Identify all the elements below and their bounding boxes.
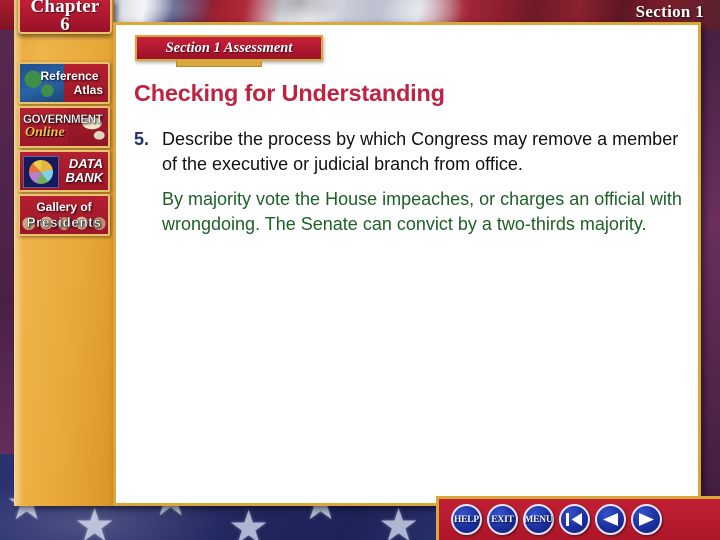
question-number: 5. <box>134 129 150 149</box>
help-button-label: HELP <box>453 514 480 525</box>
page-title: Checking for Understanding <box>134 80 445 106</box>
sidebar-item-label: BANK <box>65 170 103 185</box>
assessment-banner-tab <box>176 61 262 67</box>
left-arrow-icon <box>603 513 618 526</box>
flag-star-icon: ★ <box>228 501 270 540</box>
sidebar-item-label: DATA <box>68 156 103 172</box>
sidebar-item-label: Presidents <box>26 215 102 230</box>
exit-button-label: EXIT <box>491 514 514 525</box>
question-row: 5. Describe the process by which Congres… <box>134 127 686 176</box>
sidebar-item-gallery-of-presidents[interactable]: Gallery of Presidents <box>18 194 110 236</box>
next-slide-button[interactable] <box>631 504 662 535</box>
help-button[interactable]: HELP <box>451 504 482 535</box>
answer-text: By majority vote the House impeaches, or… <box>162 189 682 234</box>
sidebar-item-label: Online <box>25 124 65 140</box>
flag-star-icon: ★ <box>74 499 116 540</box>
question-text: Describe the process by which Congress m… <box>162 129 679 174</box>
first-arrow-icon <box>566 513 582 526</box>
first-slide-button[interactable] <box>559 504 590 535</box>
right-arrow-icon <box>639 513 654 526</box>
previous-slide-button[interactable] <box>595 504 626 535</box>
sidebar-item-label: Reference <box>40 69 99 83</box>
sidebar-item-label: Atlas <box>73 83 103 97</box>
sidebar-item-government-online[interactable]: GOVERNMENT Online <box>18 106 110 148</box>
question-answer-block: 5. Describe the process by which Congres… <box>134 127 686 237</box>
chapter-badge: Chapter 6 <box>18 0 112 36</box>
menu-button-label: MENU <box>524 514 553 525</box>
navigation-bar: HELP EXIT MENU <box>436 496 720 540</box>
flag-star-icon: ★ <box>378 499 420 540</box>
assessment-banner: Section 1 Assessment <box>135 35 323 61</box>
sidebar-item-reference-atlas[interactable]: Reference Atlas <box>18 62 110 104</box>
menu-button[interactable]: MENU <box>523 504 554 535</box>
exit-button[interactable]: EXIT <box>487 504 518 535</box>
chapter-number: 6 <box>60 14 70 36</box>
sidebar-item-data-bank[interactable]: DATA BANK <box>18 150 110 192</box>
sidebar-item-label: Gallery of <box>36 200 92 214</box>
presentation-slide: ★ ★ ★ ★ ★ ★ Chapter 6 Reference Atlas GO… <box>0 0 720 540</box>
content-panel: Section 1 Assessment Checking for Unders… <box>113 22 701 506</box>
section-label: Section 1 <box>635 2 704 21</box>
